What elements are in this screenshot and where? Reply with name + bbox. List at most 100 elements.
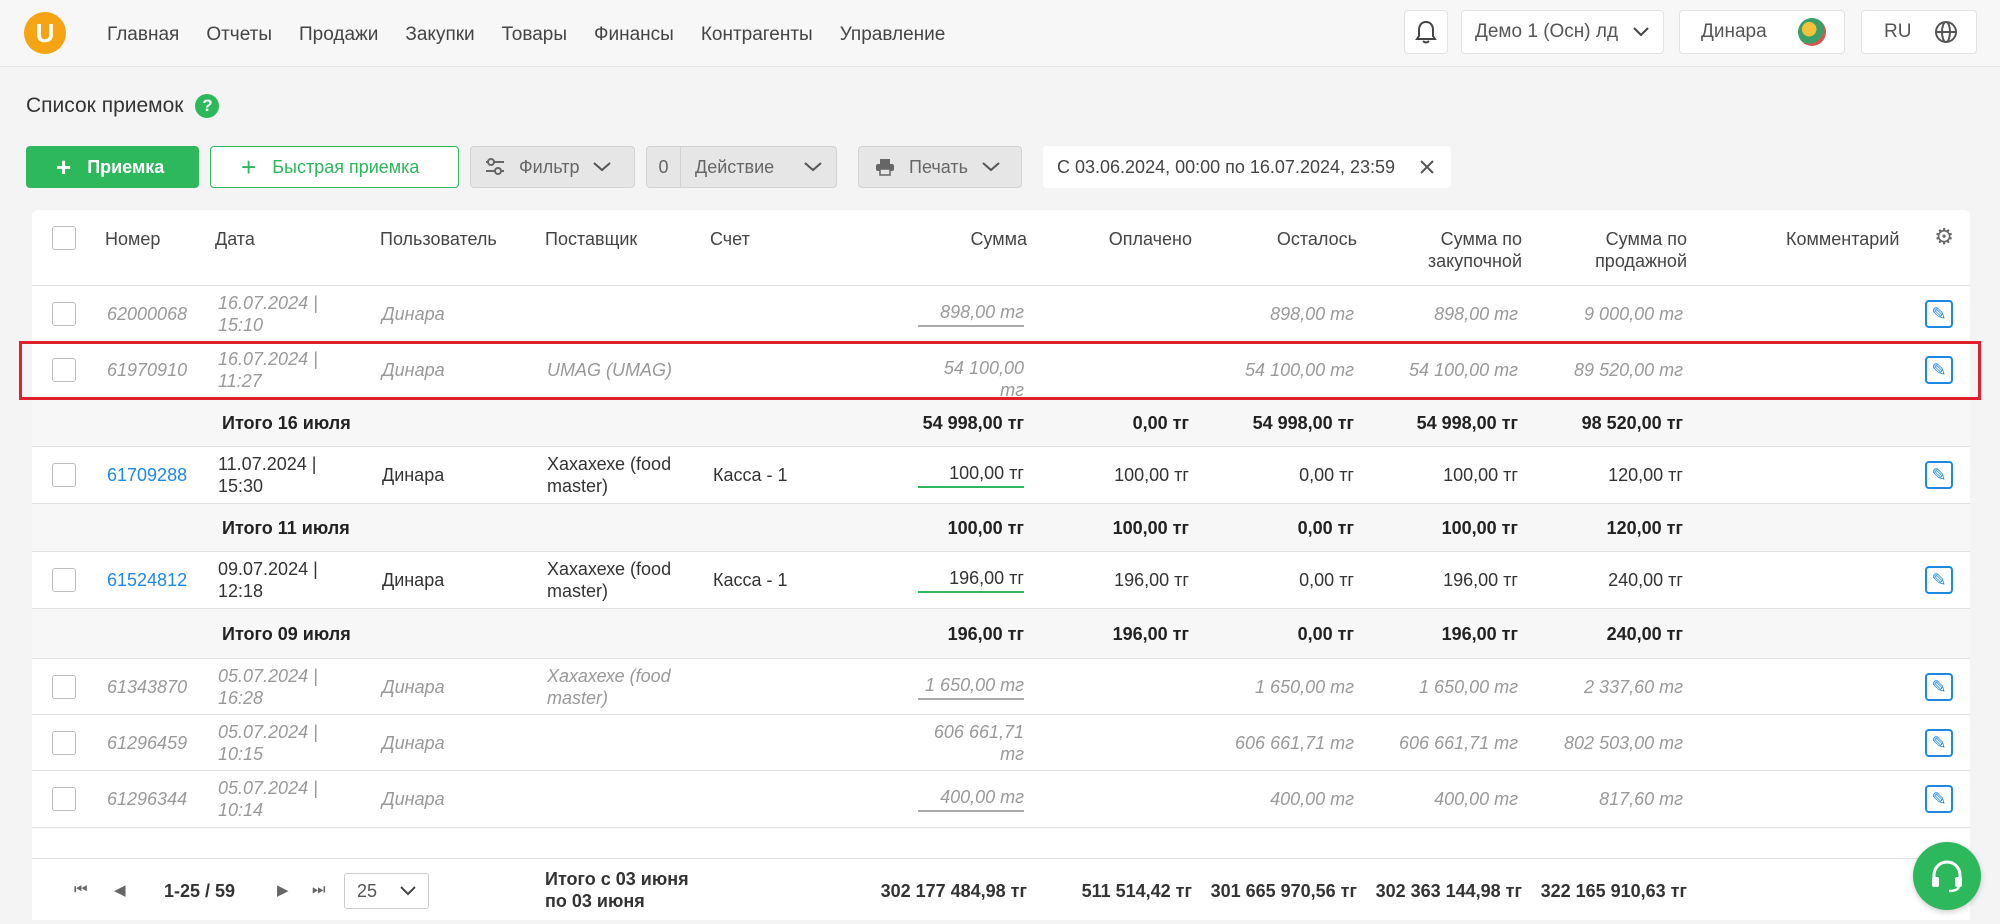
grand-total-purchase: 302 363 144,98 тг: [1375, 881, 1522, 901]
table-row[interactable]: 61343870 05.07.2024 | 16:28 Динара Хахахе…: [32, 659, 1970, 715]
row-number-link[interactable]: 61524812: [107, 569, 187, 591]
row-checkbox[interactable]: [52, 675, 76, 699]
select-all-checkbox[interactable]: [52, 226, 76, 250]
next-page-icon[interactable]: ▶: [277, 881, 289, 899]
row-sale: 240,00 тг: [1608, 570, 1683, 590]
printer-icon: [876, 159, 894, 176]
date-range-chip[interactable]: С 03.06.2024, 00:00 по 16.07.2024, 23:59: [1043, 146, 1451, 188]
table-row[interactable]: 61296459 05.07.2024 | 10:15 Динара 606 66…: [32, 715, 1970, 771]
support-chat-button[interactable]: [1913, 842, 1981, 910]
row-number: 61343870: [107, 677, 188, 697]
app-logo[interactable]: U: [24, 12, 66, 54]
user-menu[interactable]: Динара: [1679, 10, 1845, 54]
row-number: 61296344: [107, 789, 188, 809]
col-sale-sum[interactable]: Сумма по продажной: [1517, 228, 1687, 272]
subtotal-paid: 100,00 тг: [1112, 518, 1189, 538]
col-account[interactable]: Счет: [710, 228, 750, 250]
bell-icon: [1415, 20, 1437, 44]
subtotal-sum: 196,00 тг: [947, 624, 1024, 644]
edit-icon[interactable]: ✎: [1925, 356, 1953, 384]
edit-icon[interactable]: ✎: [1925, 673, 1953, 701]
page-title-text: Список приемок: [26, 94, 184, 117]
row-date: 05.07.2024 | 10:14: [218, 778, 318, 820]
row-paid: 196,00 тг: [1114, 570, 1189, 590]
nav-item-goods[interactable]: Товары: [502, 20, 567, 50]
nav-item-management[interactable]: Управление: [840, 20, 946, 50]
add-receipt-button[interactable]: + Приемка: [26, 146, 199, 188]
company-name: Демо 1 (Осн) лд: [1475, 21, 1619, 42]
filter-button[interactable]: Фильтр: [470, 146, 635, 188]
col-supplier[interactable]: Поставщик: [545, 228, 637, 250]
edit-icon[interactable]: ✎: [1925, 300, 1953, 328]
prev-page-icon[interactable]: ◀: [114, 881, 126, 899]
col-left[interactable]: Осталось: [1182, 228, 1357, 250]
nav-item-finance[interactable]: Финансы: [594, 20, 674, 50]
edit-icon[interactable]: ✎: [1925, 566, 1953, 594]
quick-receipt-button[interactable]: + Быстрая приемка: [210, 146, 459, 188]
nav-item-contractors[interactable]: Контрагенты: [701, 20, 813, 50]
notifications-button[interactable]: [1404, 10, 1448, 54]
row-checkbox[interactable]: [52, 358, 76, 382]
top-bar: U Главная Отчеты Продажи Закупки Товары …: [0, 0, 2000, 67]
row-account: Касса - 1: [713, 570, 788, 590]
col-user[interactable]: Пользователь: [380, 228, 497, 250]
edit-icon[interactable]: ✎: [1925, 461, 1953, 489]
close-icon[interactable]: [1419, 159, 1435, 175]
row-number: 61970910: [107, 360, 188, 380]
col-number[interactable]: Номер: [105, 228, 160, 250]
edit-icon[interactable]: ✎: [1925, 729, 1953, 757]
chevron-down-icon: [400, 886, 416, 896]
grand-total-paid: 511 514,42 тг: [1081, 881, 1192, 901]
row-date: 16.07.2024 | 11:27: [218, 349, 318, 391]
row-checkbox[interactable]: [52, 302, 76, 326]
sliders-icon: [486, 158, 504, 175]
first-page-icon[interactable]: ⏮: [74, 881, 88, 898]
row-supplier: UMAG (UMAG): [547, 360, 672, 380]
table-row[interactable]: 62000068 16.07.2024 | 15:10 Динара 898,00…: [32, 287, 1970, 342]
row-left: 898,00 тг: [1270, 304, 1354, 324]
row-sale: 802 503,00 тг: [1564, 733, 1683, 753]
row-purchase: 606 661,71 тг: [1399, 733, 1518, 753]
nav-item-home[interactable]: Главная: [107, 20, 179, 50]
last-page-icon[interactable]: ⏭: [312, 881, 326, 898]
table-row[interactable]: 61296344 05.07.2024 | 10:14 Динара 400,00…: [32, 771, 1970, 828]
row-left: 0,00 тг: [1299, 465, 1354, 485]
language-select[interactable]: RU: [1861, 10, 1977, 54]
edit-icon[interactable]: ✎: [1925, 785, 1953, 813]
col-purchase-sum[interactable]: Сумма по закупочной: [1352, 228, 1522, 272]
subtotal-row: Итого 09 июля 196,00 тг 196,00 тг 0,00 т…: [32, 609, 1970, 659]
subtotal-purchase: 196,00 тг: [1441, 624, 1518, 644]
row-checkbox[interactable]: [52, 731, 76, 755]
row-purchase: 100,00 тг: [1443, 465, 1518, 485]
row-sum: 1 650,00 тг: [918, 674, 1024, 700]
nav-item-sales[interactable]: Продажи: [299, 20, 378, 50]
gear-icon[interactable]: ⚙: [1934, 224, 1954, 250]
col-paid[interactable]: Оплачено: [1017, 228, 1192, 250]
nav-item-reports[interactable]: Отчеты: [206, 20, 272, 50]
action-button[interactable]: 0 Действие: [646, 146, 837, 188]
subtotal-sale: 98 520,00 тг: [1581, 413, 1683, 433]
chevron-down-icon: [1633, 27, 1649, 37]
row-sum: 54 100,00 тг: [918, 357, 1024, 405]
table-row[interactable]: 61709288 11.07.2024 | 15:30 Динара Хахахе…: [32, 447, 1970, 504]
row-checkbox[interactable]: [52, 787, 76, 811]
row-user: Динара: [382, 360, 445, 380]
row-date: 05.07.2024 | 10:15: [218, 722, 318, 764]
col-date[interactable]: Дата: [215, 228, 255, 250]
col-sum[interactable]: Сумма: [832, 228, 1027, 250]
table-row[interactable]: 61524812 09.07.2024 | 12:18 Динара Хахахе…: [32, 552, 1970, 609]
pagination-range: 1-25 / 59: [164, 881, 236, 901]
help-icon[interactable]: ?: [195, 94, 220, 118]
table-row[interactable]: 61970910 16.07.2024 | 11:27 Динара UMAG (…: [32, 342, 1970, 405]
print-button[interactable]: Печать: [858, 146, 1022, 188]
row-checkbox[interactable]: [52, 568, 76, 592]
nav-item-purchases[interactable]: Закупки: [405, 20, 474, 50]
row-checkbox[interactable]: [52, 463, 76, 487]
row-number-link[interactable]: 61709288: [107, 464, 187, 486]
company-select[interactable]: Демо 1 (Осн) лд: [1461, 10, 1664, 54]
page-size-select[interactable]: 25: [344, 873, 429, 909]
subtotal-purchase: 54 998,00 тг: [1416, 413, 1518, 433]
row-sum: 898,00 тг: [918, 301, 1024, 327]
col-comment[interactable]: Комментарий: [1786, 228, 1899, 250]
row-date: 09.07.2024 | 12:18: [218, 559, 318, 601]
